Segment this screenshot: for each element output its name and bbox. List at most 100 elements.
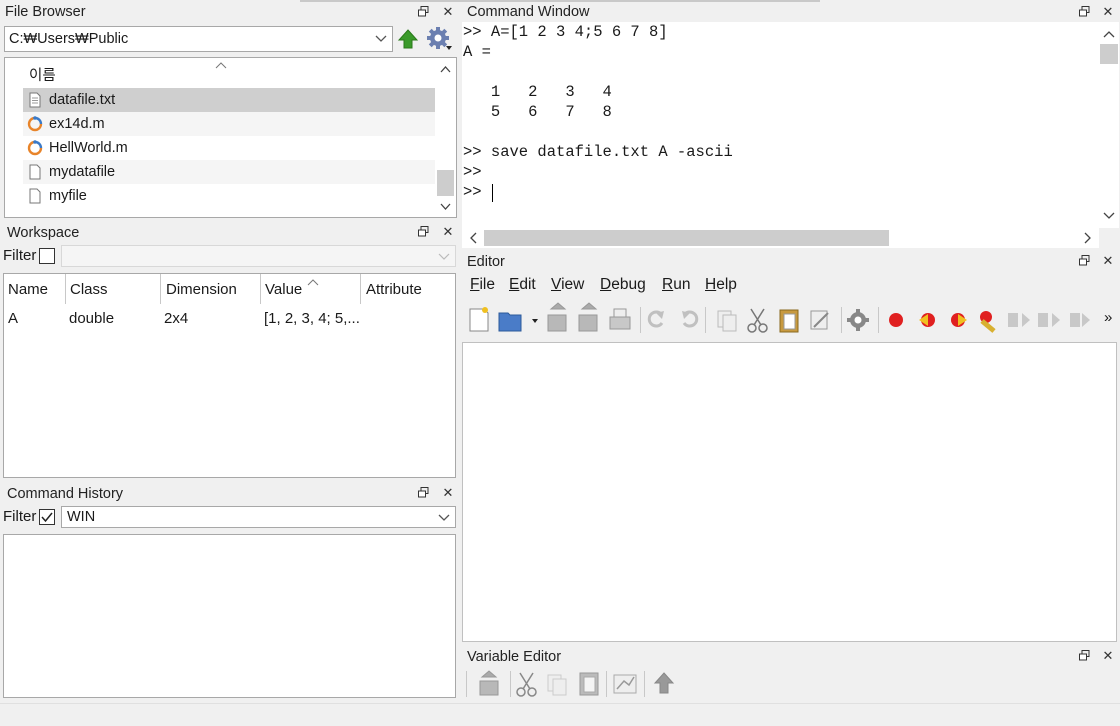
paste-button[interactable]	[777, 308, 799, 330]
console-line: >> save datafile.txt A -ascii	[463, 143, 733, 161]
column-header-name[interactable]: 이름	[29, 64, 56, 85]
command-window-undock-icon[interactable]	[1076, 4, 1092, 20]
chevron-down-icon	[374, 31, 388, 49]
editor-title: Editor	[467, 254, 505, 270]
text-cursor	[492, 184, 493, 202]
variable-paste-button[interactable]	[580, 673, 602, 695]
path-value: C:₩Users₩Public	[9, 31, 129, 47]
toolbar-overflow-icon[interactable]: »	[1104, 309, 1112, 326]
save-button[interactable]	[546, 308, 568, 330]
step-out-button[interactable]	[1069, 308, 1091, 330]
menu-run[interactable]: Run	[662, 275, 690, 295]
print-button[interactable]	[609, 308, 631, 330]
command-window-hscrollbar[interactable]	[462, 228, 1099, 248]
console-line: >>	[463, 163, 482, 181]
console-line: >> A=[1 2 3 4;5 6 7 8]	[463, 23, 668, 41]
menu-edit[interactable]: Edit	[509, 275, 536, 295]
file-list-item[interactable]: mydatafile	[23, 160, 436, 184]
variable-editor-close-icon[interactable]: ✕	[1100, 648, 1116, 664]
variable-cut-button[interactable]	[516, 673, 538, 695]
console-line: A =	[463, 43, 491, 61]
cut-button[interactable]	[746, 308, 768, 330]
variable-editor-title: Variable Editor	[467, 649, 562, 665]
gear-icon	[427, 27, 452, 50]
open-file-button[interactable]	[498, 308, 520, 330]
file-browser-close-icon[interactable]: ✕	[440, 4, 456, 20]
file-browser-settings-button[interactable]	[425, 26, 453, 52]
menu-view[interactable]: View	[551, 275, 584, 295]
history-filter-combobox[interactable]: WIN	[61, 506, 456, 528]
column-header-value[interactable]: Value	[265, 281, 302, 298]
file-list-item[interactable]: HellWorld.m	[23, 136, 436, 160]
console-line: >>	[463, 183, 491, 201]
octave-script-icon	[27, 140, 43, 156]
history-filter-label: Filter	[3, 508, 37, 525]
workspace-undock-icon[interactable]	[415, 224, 431, 240]
file-list-item[interactable]: myfile	[23, 184, 436, 208]
workspace-header-row: Name Class Dimension Value Attribute	[4, 274, 455, 304]
file-browser-undock-icon[interactable]	[415, 4, 431, 20]
blank-file-icon	[27, 164, 43, 180]
editor-text-area[interactable]	[462, 342, 1117, 642]
variable-plot-button[interactable]	[614, 673, 636, 695]
editor-undock-icon[interactable]	[1076, 253, 1092, 269]
command-window-title: Command Window	[467, 4, 590, 20]
history-filter-checkbox[interactable]	[39, 509, 55, 525]
menu-file[interactable]: File	[470, 275, 495, 295]
workspace-filter-checkbox[interactable]	[39, 248, 55, 264]
workspace-filter-input	[61, 245, 456, 267]
command-window-vscrollbar[interactable]	[1099, 22, 1119, 228]
workspace-close-icon[interactable]: ✕	[440, 224, 456, 240]
column-header-name[interactable]: Name	[8, 281, 48, 298]
file-list-panel: 이름 datafile.txt ex14d.m HellWorld.m mydataf…	[4, 57, 457, 218]
command-window-close-icon[interactable]: ✕	[1100, 4, 1116, 20]
command-history-close-icon[interactable]: ✕	[440, 485, 456, 501]
file-name: mydatafile	[49, 164, 116, 180]
cell-value: [1, 2, 3, 4; 5,...	[264, 310, 360, 327]
file-list-item[interactable]: ex14d.m	[23, 112, 436, 136]
copy-button[interactable]	[716, 308, 738, 330]
checkmark-icon	[41, 512, 53, 523]
cell-class: double	[69, 310, 115, 327]
undo-button[interactable]	[646, 308, 668, 330]
column-header-class[interactable]: Class	[70, 281, 108, 298]
save-as-button[interactable]	[578, 308, 600, 330]
toggle-breakpoint-button[interactable]	[885, 308, 907, 330]
file-name: HellWorld.m	[49, 140, 128, 156]
status-bar	[0, 703, 1120, 726]
next-breakpoint-button[interactable]	[917, 308, 939, 330]
redo-button[interactable]	[678, 308, 700, 330]
file-name: ex14d.m	[49, 116, 105, 132]
path-combobox[interactable]: C:₩Users₩Public	[4, 26, 393, 52]
parent-directory-button[interactable]	[397, 28, 419, 50]
command-history-list[interactable]	[3, 534, 456, 698]
find-button[interactable]	[808, 308, 830, 330]
variable-editor-undock-icon[interactable]	[1076, 648, 1092, 664]
console-line: 1 2 3 4	[463, 83, 612, 101]
clear-breakpoints-button[interactable]	[975, 308, 997, 330]
editor-close-icon[interactable]: ✕	[1100, 253, 1116, 269]
file-list-scrollbar[interactable]	[435, 58, 456, 217]
command-window-console[interactable]: >> A=[1 2 3 4;5 6 7 8] A = 1 2 3 4 5 6 7 …	[462, 22, 1099, 228]
column-header-attribute[interactable]: Attribute	[366, 281, 422, 298]
column-header-dimension[interactable]: Dimension	[166, 281, 237, 298]
workspace-title: Workspace	[7, 225, 80, 241]
command-history-undock-icon[interactable]	[415, 485, 431, 501]
table-row[interactable]: A double 2x4 [1, 2, 3, 4; 5,...	[4, 308, 455, 332]
variable-save-button[interactable]	[478, 673, 500, 695]
console-output: >> A=[1 2 3 4;5 6 7 8] A = 1 2 3 4 5 6 7 …	[463, 22, 733, 202]
previous-breakpoint-button[interactable]	[947, 308, 969, 330]
settings-button[interactable]	[847, 308, 869, 330]
step-over-button[interactable]	[1007, 308, 1029, 330]
variable-up-button[interactable]	[655, 673, 677, 695]
variable-copy-button[interactable]	[548, 673, 570, 695]
menu-help[interactable]: Help	[705, 275, 737, 295]
chevron-down-icon	[437, 510, 451, 528]
workspace-table: Name Class Dimension Value Attribute A d…	[3, 273, 456, 478]
step-in-button[interactable]	[1038, 308, 1060, 330]
new-file-button[interactable]	[468, 308, 490, 330]
file-list-item[interactable]: datafile.txt	[23, 88, 436, 112]
menu-debug[interactable]: Debug	[600, 275, 646, 295]
